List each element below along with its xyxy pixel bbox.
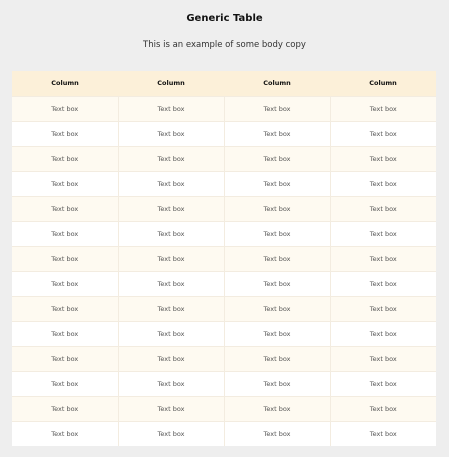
table-cell: Text box bbox=[12, 220, 119, 246]
table-row: Text box Text box Text box Text box bbox=[12, 245, 436, 271]
table-header: Column Column Column Column bbox=[12, 71, 436, 96]
table-cell: Text box bbox=[224, 145, 331, 171]
table-cell: Text box bbox=[12, 245, 119, 271]
table-cell: Text box bbox=[12, 95, 119, 121]
table-cell: Text box bbox=[118, 320, 225, 346]
table-cell: Text box bbox=[12, 345, 119, 371]
table-row: Text box Text box Text box Text box bbox=[12, 195, 436, 221]
table-cell: Text box bbox=[118, 120, 225, 146]
table-cell: Text box bbox=[224, 420, 331, 446]
table-cell: Text box bbox=[12, 195, 119, 221]
column-header: Column bbox=[157, 79, 185, 88]
table-row: Text box Text box Text box Text box bbox=[12, 320, 436, 346]
table-cell: Text box bbox=[118, 220, 225, 246]
table-cell: Text box bbox=[330, 170, 436, 196]
table-row: Text box Text box Text box Text box bbox=[12, 395, 436, 421]
table-cell: Text box bbox=[330, 270, 436, 296]
table-row: Text box Text box Text box Text box bbox=[12, 420, 436, 446]
table-cell: Text box bbox=[12, 120, 119, 146]
table-cell: Text box bbox=[330, 370, 436, 396]
table-cell: Text box bbox=[12, 420, 119, 446]
table-cell: Text box bbox=[12, 370, 119, 396]
table-cell: Text box bbox=[224, 370, 331, 396]
table-cell: Text box bbox=[224, 395, 331, 421]
table-cell: Text box bbox=[118, 195, 225, 221]
table-cell: Text box bbox=[330, 220, 436, 246]
table-row: Text box Text box Text box Text box bbox=[12, 170, 436, 196]
table-cell: Text box bbox=[12, 145, 119, 171]
column-header: Column bbox=[51, 79, 79, 88]
table-cell: Text box bbox=[12, 270, 119, 296]
table-cell: Text box bbox=[224, 95, 331, 121]
table-cell: Text box bbox=[224, 320, 331, 346]
table-cell: Text box bbox=[12, 295, 119, 321]
table-row: Text box Text box Text box Text box bbox=[12, 270, 436, 296]
table-cell: Text box bbox=[224, 120, 331, 146]
table-row: Text box Text box Text box Text box bbox=[12, 95, 436, 121]
table-cell: Text box bbox=[330, 95, 436, 121]
table-cell: Text box bbox=[118, 170, 225, 196]
table-cell: Text box bbox=[118, 145, 225, 171]
table-row: Text box Text box Text box Text box bbox=[12, 345, 436, 371]
column-header: Column bbox=[369, 79, 397, 88]
table-row: Text box Text box Text box Text box bbox=[12, 145, 436, 171]
table-cell: Text box bbox=[224, 345, 331, 371]
table-body: Text box Text box Text box Text box Text box… bbox=[12, 95, 436, 446]
table-cell: Text box bbox=[330, 195, 436, 221]
table-cell: Text box bbox=[224, 170, 331, 196]
table-cell: Text box bbox=[330, 395, 436, 421]
table-header-row: Column Column Column Column bbox=[12, 71, 436, 96]
table-cell: Text box bbox=[224, 220, 331, 246]
table-cell: Text box bbox=[12, 170, 119, 196]
table-row: Text box Text box Text box Text box bbox=[12, 120, 436, 146]
table-cell: Text box bbox=[224, 295, 331, 321]
table-cell: Text box bbox=[118, 345, 225, 371]
table-cell: Text box bbox=[330, 295, 436, 321]
table-cell: Text box bbox=[118, 395, 225, 421]
table-cell: Text box bbox=[12, 395, 119, 421]
table-cell: Text box bbox=[330, 320, 436, 346]
page-subtitle: This is an example of some body copy bbox=[143, 40, 306, 50]
table-cell: Text box bbox=[330, 420, 436, 446]
table-cell: Text box bbox=[12, 320, 119, 346]
table-cell: Text box bbox=[330, 245, 436, 271]
table-cell: Text box bbox=[224, 270, 331, 296]
table-cell: Text box bbox=[118, 95, 225, 121]
table-cell: Text box bbox=[224, 195, 331, 221]
generic-table: Column Column Column Column Text box Text bo… bbox=[12, 71, 436, 446]
table-cell: Text box bbox=[118, 295, 225, 321]
table-cell: Text box bbox=[330, 345, 436, 371]
table-row: Text box Text box Text box Text box bbox=[12, 220, 436, 246]
page-title: Generic Table bbox=[186, 13, 263, 24]
generic-table-container: Column Column Column Column Text box Text bo… bbox=[12, 71, 436, 446]
table-cell: Text box bbox=[330, 145, 436, 171]
table-cell: Text box bbox=[224, 245, 331, 271]
table-row: Text box Text box Text box Text box bbox=[12, 295, 436, 321]
column-header: Column bbox=[263, 79, 291, 88]
table-cell: Text box bbox=[118, 245, 225, 271]
table-cell: Text box bbox=[118, 370, 225, 396]
table-cell: Text box bbox=[330, 120, 436, 146]
table-cell: Text box bbox=[118, 270, 225, 296]
table-cell: Text box bbox=[118, 420, 225, 446]
table-row: Text box Text box Text box Text box bbox=[12, 370, 436, 396]
